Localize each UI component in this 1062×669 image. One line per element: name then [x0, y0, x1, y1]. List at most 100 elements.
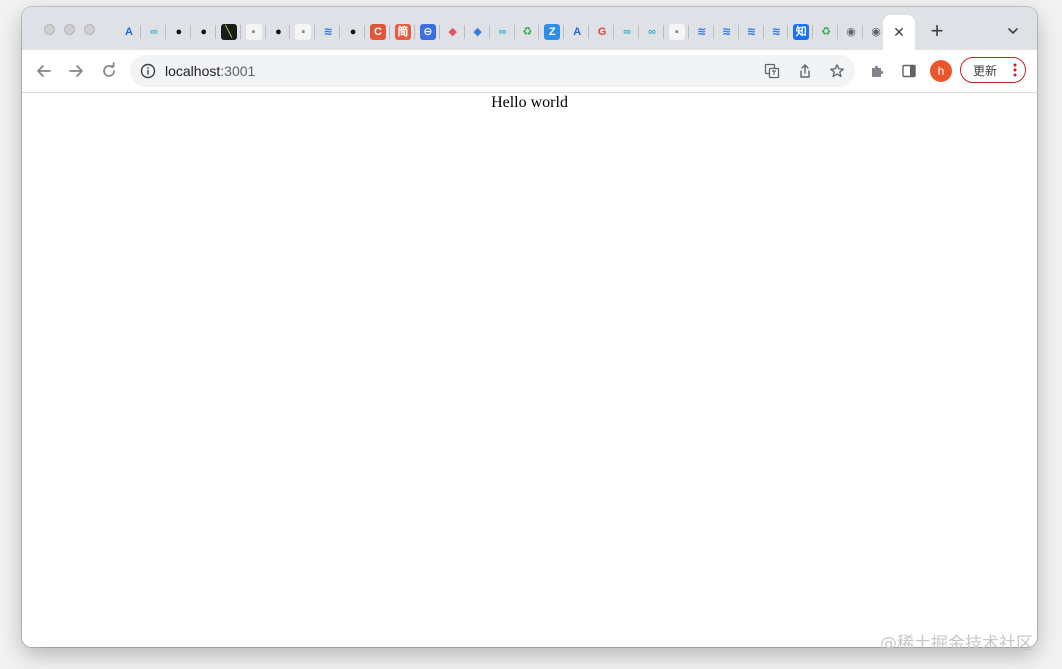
tab-25[interactable]: ≋ — [740, 21, 764, 43]
tab-18[interactable]: A — [565, 21, 590, 43]
active-tab[interactable]: ✕ — [883, 15, 915, 50]
box-icon: ⊖ — [419, 24, 436, 40]
doc-icon: ▪ — [295, 24, 312, 40]
chevron-down-icon — [1008, 28, 1018, 34]
diamond-icon: ◆ — [473, 26, 482, 38]
watermark-text: @稀土掘金技术社区 — [880, 634, 1033, 654]
tab-8[interactable]: ≋ — [316, 21, 341, 43]
tab-6[interactable]: ● — [266, 21, 291, 43]
side-panel-button[interactable] — [900, 62, 918, 80]
tab-17[interactable]: Z — [540, 21, 565, 43]
tab-3[interactable]: ● — [192, 21, 216, 43]
tab-22[interactable]: ▪ — [665, 21, 689, 43]
tab-0[interactable]: A — [117, 21, 141, 43]
tab-19[interactable]: G — [590, 21, 615, 43]
doc-icon: ▪ — [668, 24, 685, 40]
tab-13[interactable]: ◆ — [441, 21, 465, 43]
info-icon[interactable] — [140, 63, 156, 79]
reload-button[interactable] — [98, 60, 120, 82]
reload-icon — [103, 62, 115, 77]
bookmark-button[interactable] — [828, 62, 846, 80]
azure-icon: A — [125, 26, 133, 38]
tab-28[interactable]: ♻ — [814, 21, 839, 43]
layers-icon: ≋ — [746, 26, 757, 38]
vim-icon: ╲ — [220, 24, 237, 40]
tab-21[interactable]: ∞ — [640, 21, 664, 43]
url-port: :3001 — [220, 63, 256, 79]
page-viewport: Hello world — [22, 93, 1037, 647]
update-button[interactable]: 更新 — [960, 57, 1026, 83]
github-icon: ● — [349, 26, 357, 38]
link-icon: ∞ — [647, 26, 656, 38]
link-icon: ∞ — [623, 26, 631, 38]
translate-icon — [764, 63, 780, 79]
url-text[interactable]: localhost:3001 — [165, 63, 255, 79]
share-button[interactable] — [796, 62, 814, 80]
star-icon — [830, 64, 844, 78]
tab-1[interactable]: ∞ — [142, 21, 166, 43]
arrow-right-icon — [69, 65, 83, 77]
back-button[interactable] — [33, 60, 55, 82]
tab-16[interactable]: ♻ — [515, 21, 540, 43]
page-heading: Hello world — [491, 94, 568, 111]
profile-avatar[interactable]: h — [930, 60, 952, 82]
side-panel-icon — [902, 64, 916, 78]
update-label: 更新 — [973, 63, 998, 78]
more-menu-icon[interactable] — [1013, 63, 1017, 77]
tab-15[interactable]: ∞ — [491, 21, 515, 43]
zhihu-icon: 知 — [793, 24, 810, 40]
recycle-icon: ♻ — [821, 26, 832, 38]
diamond-icon: ◆ — [448, 26, 457, 38]
tab-20[interactable]: ∞ — [615, 21, 639, 43]
tab-27[interactable]: 知 — [789, 21, 814, 43]
share-icon — [800, 64, 810, 78]
jian-icon: 简 — [394, 24, 411, 40]
new-tab-button[interactable]: + — [926, 18, 948, 43]
recycle-icon: ♻ — [522, 26, 533, 38]
tab-5[interactable]: ▪ — [242, 21, 266, 43]
tab-11[interactable]: 简 — [391, 21, 415, 43]
layers-icon: ≋ — [697, 26, 707, 38]
layers-icon: ≋ — [323, 26, 333, 38]
doc-icon: ▪ — [245, 24, 262, 40]
azure-icon: A — [573, 26, 582, 38]
url-host: localhost — [165, 63, 221, 79]
minimize-window-dot[interactable] — [64, 24, 75, 35]
link-icon: ∞ — [498, 26, 507, 38]
tab-9[interactable]: ● — [341, 21, 366, 43]
github-icon: ● — [275, 26, 282, 38]
tab-10[interactable]: C — [366, 21, 390, 43]
tab-23[interactable]: ≋ — [690, 21, 714, 43]
link-icon: ∞ — [149, 26, 158, 38]
tab-24[interactable]: ≋ — [715, 21, 739, 43]
browser-window: A ∞ ● ● ╲ ▪ ● ▪ ≋ ● C 简 ⊖ ◆ ◆ ∞ ♻ Z A G ∞ ∞ ▪ ≋ ≋ ≋ ≋ 知 ♻ ◉ ◉ ✕ + — [22, 7, 1037, 647]
layers-icon: ≋ — [721, 26, 732, 38]
forward-button[interactable] — [65, 60, 87, 82]
address-bar[interactable]: localhost:3001 — [130, 55, 855, 87]
github-icon: ● — [175, 26, 183, 38]
github-icon: ● — [200, 26, 208, 38]
globe-icon: ◉ — [871, 26, 881, 38]
tab-4[interactable]: ╲ — [217, 21, 241, 43]
close-tab-icon[interactable]: ✕ — [893, 24, 905, 41]
extensions-button[interactable] — [868, 62, 886, 80]
tab-12[interactable]: ⊖ — [416, 21, 440, 43]
tab-search-button[interactable] — [1004, 22, 1022, 40]
layers-icon: ≋ — [771, 26, 781, 38]
tab-29[interactable]: ◉ — [839, 21, 864, 43]
tab-26[interactable]: ≋ — [764, 21, 789, 43]
translate-button[interactable] — [763, 62, 781, 80]
tab-2[interactable]: ● — [167, 21, 191, 43]
close-window-dot[interactable] — [44, 24, 55, 35]
zoom-window-dot[interactable] — [84, 24, 95, 35]
tab-strip: A ∞ ● ● ╲ ▪ ● ▪ ≋ ● C 简 ⊖ ◆ ◆ ∞ ♻ Z A G ∞ ∞ ▪ ≋ ≋ ≋ ≋ 知 ♻ ◉ ◉ ✕ + — [22, 7, 1037, 50]
arrow-left-icon — [37, 65, 51, 77]
c-icon: C — [370, 24, 386, 40]
tab-14[interactable]: ◆ — [466, 21, 490, 43]
google-icon: G — [597, 26, 607, 38]
puzzle-icon — [872, 65, 884, 77]
tab-7[interactable]: ▪ — [291, 21, 316, 43]
browser-toolbar: localhost:3001 h 更新 — [22, 50, 1037, 93]
globe-icon: ◉ — [846, 26, 856, 38]
z-icon: Z — [544, 24, 561, 40]
